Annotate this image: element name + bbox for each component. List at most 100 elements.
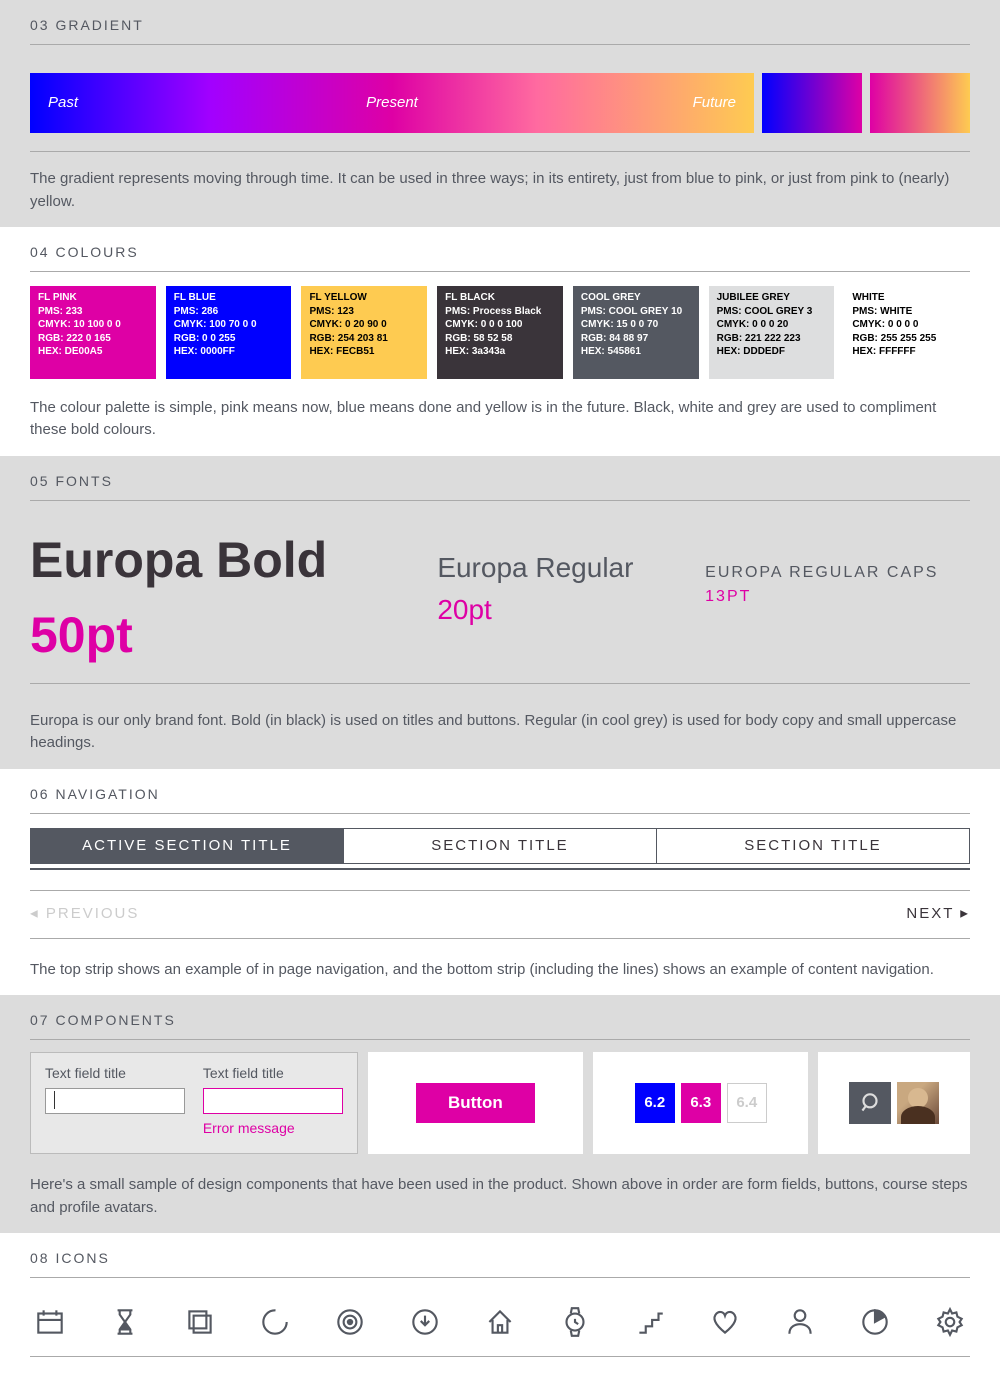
section-header: 03 GRADIENT [30, 15, 970, 45]
gradient-full: Past Present Future [30, 73, 754, 133]
divider [30, 151, 970, 152]
gear-icon [930, 1302, 970, 1342]
swatch-cmyk: CMYK: 100 70 0 0 [174, 318, 284, 332]
swatch-rgb: RGB: 58 52 58 [445, 332, 555, 346]
swatch-name: JUBILEE GREY [717, 291, 827, 305]
swatch-name: FL PINK [38, 291, 148, 305]
swatch-pms: PMS: 123 [309, 305, 419, 319]
font-bold-size: 50pt [30, 607, 133, 663]
field-label: Text field title [45, 1063, 185, 1084]
swatch-hex: HEX: FFFFFF [852, 345, 962, 359]
section-title: ICONS [55, 1250, 109, 1266]
swatch-hex: HEX: 0000FF [174, 345, 284, 359]
next-label: NEXT [906, 905, 954, 922]
colour-swatch: FL BLACKPMS: Process BlackCMYK: 0 0 0 10… [437, 286, 563, 379]
swatch-hex: HEX: 545861 [581, 345, 691, 359]
course-step-done[interactable]: 6.2 [635, 1083, 675, 1123]
fonts-row: Europa Bold 50pt Europa Regular 20pt EUR… [30, 523, 970, 684]
target-icon [330, 1302, 370, 1342]
swatch-cmyk: CMYK: 0 0 0 20 [717, 318, 827, 332]
fonts-description: Europa is our only brand font. Bold (in … [30, 702, 970, 759]
swatch-name: FL YELLOW [309, 291, 419, 305]
swatch-hex: HEX: DDDEDF [717, 345, 827, 359]
swatch-cmyk: CMYK: 10 100 0 0 [38, 318, 148, 332]
components-row: Text field title Text field title Error … [30, 1052, 970, 1154]
avatar-photo[interactable] [897, 1082, 939, 1124]
navigation-description: The top strip shows an example of in pag… [30, 951, 970, 986]
gradient-label-past: Past [48, 92, 277, 115]
chevron-right-icon: ▶ [960, 909, 970, 920]
tab[interactable]: SECTION TITLE [657, 829, 969, 864]
section-header: 08 ICONS [30, 1248, 970, 1278]
font-caps-name: EUROPA REGULAR CAPS [705, 564, 938, 581]
swatch-pms: PMS: Process Black [445, 305, 555, 319]
text-input-error[interactable] [203, 1088, 343, 1114]
colour-swatch: WHITEPMS: WHITECMYK: 0 0 0 0RGB: 255 255… [844, 286, 970, 379]
text-input[interactable] [45, 1088, 185, 1114]
calendar-icon [30, 1302, 70, 1342]
swatch-name: COOL GREY [581, 291, 691, 305]
section-components: 07 COMPONENTS Text field title Text fiel… [0, 995, 1000, 1233]
swatch-cmyk: CMYK: 0 0 0 100 [445, 318, 555, 332]
colour-swatch: FL PINKPMS: 233CMYK: 10 100 0 0RGB: 222 … [30, 286, 156, 379]
section-header: 07 COMPONENTS [30, 1010, 970, 1040]
font-reg-name: Europa Regular [437, 552, 633, 583]
font-reg-size: 20pt [437, 594, 492, 625]
watch-icon [555, 1302, 595, 1342]
colour-swatch: FL BLUEPMS: 286CMYK: 100 70 0 0RGB: 0 0 … [166, 286, 292, 379]
components-description: Here's a small sample of design componen… [30, 1166, 970, 1223]
swatch-cmyk: CMYK: 15 0 0 70 [581, 318, 691, 332]
swatch-rgb: RGB: 255 255 255 [852, 332, 962, 346]
section-fonts: 05 FONTS Europa Bold 50pt Europa Regular… [0, 456, 1000, 769]
swatch-rgb: RGB: 0 0 255 [174, 332, 284, 346]
primary-button[interactable]: Button [416, 1083, 535, 1123]
swatch-rgb: RGB: 222 0 165 [38, 332, 148, 346]
swatch-rgb: RGB: 84 88 97 [581, 332, 691, 346]
download-icon [405, 1302, 445, 1342]
person-icon [780, 1302, 820, 1342]
swatch-hex: HEX: 3a343a [445, 345, 555, 359]
font-bold-name: Europa Bold [30, 532, 327, 588]
previous-link[interactable]: ◀ PREVIOUS [30, 903, 139, 926]
swatch-hex: HEX: DE00A5 [38, 345, 148, 359]
section-number: 05 [30, 473, 50, 489]
swatch-rgb: RGB: 254 203 81 [309, 332, 419, 346]
course-step-now[interactable]: 6.3 [681, 1083, 721, 1123]
swatch-pms: PMS: 233 [38, 305, 148, 319]
course-step-future[interactable]: 6.4 [727, 1083, 767, 1123]
tab-active[interactable]: ACTIVE SECTION TITLE [31, 829, 344, 864]
error-message: Error message [203, 1118, 343, 1139]
gradient-label-present: Present [277, 92, 506, 115]
layers-icon [180, 1302, 220, 1342]
section-navigation: 06 NAVIGATION ACTIVE SECTION TITLESECTIO… [0, 769, 1000, 996]
section-header: 06 NAVIGATION [30, 784, 970, 814]
section-header: 04 COLOURS [30, 242, 970, 272]
section-title: COLOURS [55, 244, 138, 260]
swatch-pms: PMS: 286 [174, 305, 284, 319]
gradient-pink-yellow [870, 73, 970, 133]
tab[interactable]: SECTION TITLE [344, 829, 657, 864]
steps-icon [630, 1302, 670, 1342]
content-pager: ◀ PREVIOUS NEXT ▶ [30, 890, 970, 939]
icons-row [30, 1302, 970, 1357]
loading-icon [255, 1302, 295, 1342]
font-sample-caps: EUROPA REGULAR CAPS 13PT [705, 561, 970, 609]
home-icon [480, 1302, 520, 1342]
swatch-pms: PMS: WHITE [852, 305, 962, 319]
text-field-error: Text field title Error message [203, 1063, 343, 1139]
section-number: 06 [30, 786, 50, 802]
next-link[interactable]: NEXT ▶ [906, 903, 970, 926]
section-number: 07 [30, 1012, 50, 1028]
form-card: Text field title Text field title Error … [30, 1052, 358, 1154]
text-cursor [54, 1091, 55, 1109]
pie-icon [855, 1302, 895, 1342]
font-sample-bold: Europa Bold 50pt [30, 523, 407, 673]
section-title: NAVIGATION [55, 786, 159, 802]
hourglass-icon [105, 1302, 145, 1342]
swatch-name: FL BLACK [445, 291, 555, 305]
avatar-card [818, 1052, 970, 1154]
button-card: Button [368, 1052, 583, 1154]
avatar-placeholder[interactable] [849, 1082, 891, 1124]
steps-card: 6.26.36.4 [593, 1052, 808, 1154]
gradient-description: The gradient represents moving through t… [30, 160, 970, 217]
